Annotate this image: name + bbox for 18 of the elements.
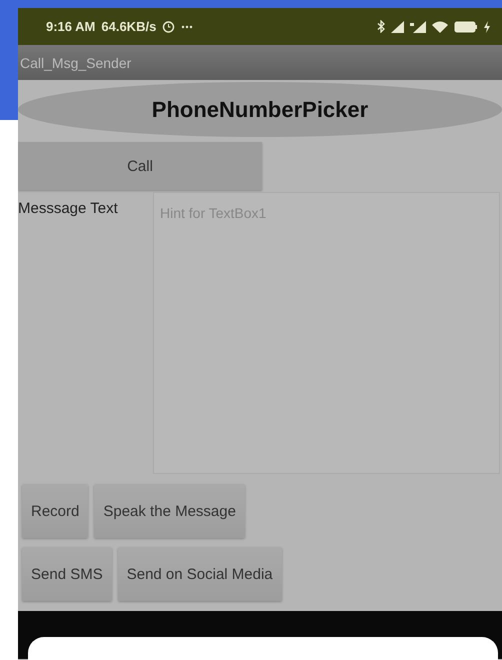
- charging-icon: [484, 20, 490, 32]
- action-button[interactable]: Record: [22, 484, 88, 538]
- wifi-icon: [432, 20, 448, 32]
- bluetooth-icon: [377, 20, 385, 33]
- action-button[interactable]: Send SMS: [22, 547, 112, 601]
- clock-time: 9:16 AM: [46, 19, 96, 34]
- alarm-clock-icon: [162, 20, 176, 33]
- signal-icon: [410, 20, 426, 32]
- action-button[interactable]: Send on Social Media: [118, 547, 282, 601]
- network-speed: 64.6KB/s: [101, 19, 156, 34]
- battery-icon: [454, 20, 478, 32]
- message-label: Messsage Text: [18, 199, 119, 219]
- action-button[interactable]: Speak the Message: [94, 484, 245, 538]
- phone-number-picker[interactable]: PhoneNumberPicker: [18, 82, 502, 137]
- more-dots-icon: [181, 24, 194, 28]
- call-button[interactable]: Call: [18, 142, 262, 190]
- signal-icon: [391, 20, 404, 32]
- app-title: Call_Msg_Sender: [20, 54, 132, 70]
